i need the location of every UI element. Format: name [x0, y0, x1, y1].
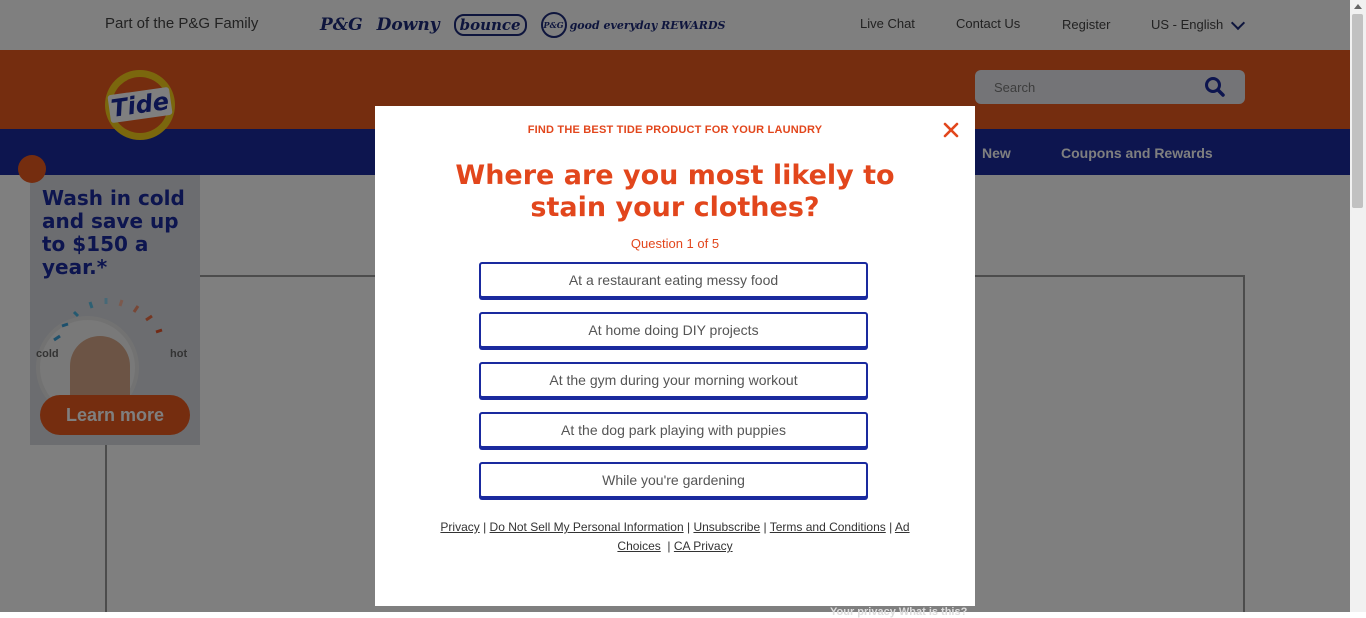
privacy-link[interactable]: Privacy — [440, 520, 479, 534]
answer-option[interactable]: At a restaurant eating messy food — [479, 262, 868, 298]
modal-kicker: FIND THE BEST TIDE PRODUCT FOR YOUR LAUN… — [527, 124, 823, 136]
answer-option[interactable]: At the dog park playing with puppies — [479, 412, 868, 448]
quiz-progress: Question 1 of 5 — [630, 236, 720, 251]
product-quiz-modal: FIND THE BEST TIDE PRODUCT FOR YOUR LAUN… — [375, 106, 975, 606]
unsubscribe-link[interactable]: Unsubscribe — [693, 520, 760, 534]
answer-option[interactable]: At the gym during your morning workout — [479, 362, 868, 398]
quiz-question: Where are you most likely to stain your … — [455, 160, 895, 223]
close-icon[interactable] — [941, 120, 961, 140]
do-not-sell-link[interactable]: Do Not Sell My Personal Information — [490, 520, 684, 534]
scroll-up-arrow-icon[interactable] — [1354, 4, 1362, 9]
scrollbar-thumb[interactable] — [1352, 14, 1363, 208]
ca-privacy-link[interactable]: CA Privacy — [674, 539, 733, 553]
privacy-notice[interactable]: Your privacy What is this? — [830, 606, 967, 618]
terms-link[interactable]: Terms and Conditions — [770, 520, 886, 534]
answer-option[interactable]: While you're gardening — [479, 462, 868, 498]
modal-footer-links: Privacy | Do Not Sell My Personal Inform… — [440, 520, 910, 553]
answer-option[interactable]: At home doing DIY projects — [479, 312, 868, 348]
